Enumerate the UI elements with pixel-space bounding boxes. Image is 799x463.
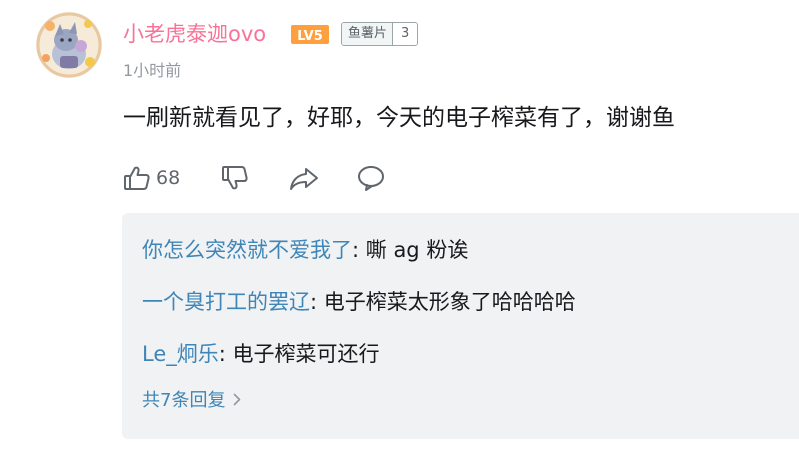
reply-separator: :: [352, 238, 366, 262]
reply-text: 电子榨菜太形象了哈哈哈哈: [323, 290, 576, 314]
chevron-right-icon: [233, 388, 241, 414]
thumbs-up-icon: [122, 163, 152, 193]
reply-button[interactable]: [356, 163, 386, 193]
reply-separator: :: [218, 342, 233, 366]
reply-item[interactable]: 你怎么突然就不爱我了: 嘶 ag 粉诶: [142, 235, 468, 265]
view-all-replies-label: 共7条回复: [142, 390, 226, 411]
reply-bubble-icon: [356, 163, 386, 193]
username[interactable]: 小老虎泰迦ovo: [123, 20, 266, 48]
reply-item[interactable]: Le_炯乐: 电子榨菜可还行: [142, 339, 380, 369]
fan-medal-badge[interactable]: 鱼薯片 3: [341, 22, 419, 46]
share-icon: [288, 163, 320, 193]
dislike-button[interactable]: [220, 163, 250, 193]
replies-preview: 你怎么突然就不爱我了: 嘶 ag 粉诶 一个臭打工的罢辽: 电子榨菜太形象了哈哈…: [122, 213, 799, 439]
comment-actions: 68: [122, 162, 386, 194]
reply-username[interactable]: 你怎么突然就不爱我了: [142, 238, 352, 262]
reply-text: 嘶 ag 粉诶: [365, 238, 469, 262]
reply-separator: :: [310, 290, 324, 314]
reply-text: 电子榨菜可还行: [232, 342, 380, 366]
comment-content: 一刷新就看见了，好耶，今天的电子榨菜有了，谢谢鱼: [123, 105, 675, 131]
reply-item[interactable]: 一个臭打工的罢辽: 电子榨菜太形象了哈哈哈哈: [142, 287, 576, 317]
fan-medal-level: 3: [392, 23, 418, 45]
like-count: 68: [156, 167, 181, 189]
view-all-replies-link[interactable]: 共7条回复: [142, 388, 241, 414]
like-button[interactable]: 68: [122, 163, 180, 193]
reply-username[interactable]: 一个臭打工的罢辽: [142, 290, 310, 314]
share-button[interactable]: [288, 163, 320, 193]
thumbs-down-icon: [220, 163, 250, 193]
avatar[interactable]: [36, 12, 102, 78]
reply-username[interactable]: Le_炯乐: [142, 342, 219, 366]
avatar-image: [36, 12, 102, 78]
fan-medal-name: 鱼薯片: [342, 23, 393, 45]
comment-time: 1小时前: [123, 61, 182, 80]
level-badge: LV5: [291, 25, 329, 44]
level-badge-text: LV5: [297, 29, 323, 44]
